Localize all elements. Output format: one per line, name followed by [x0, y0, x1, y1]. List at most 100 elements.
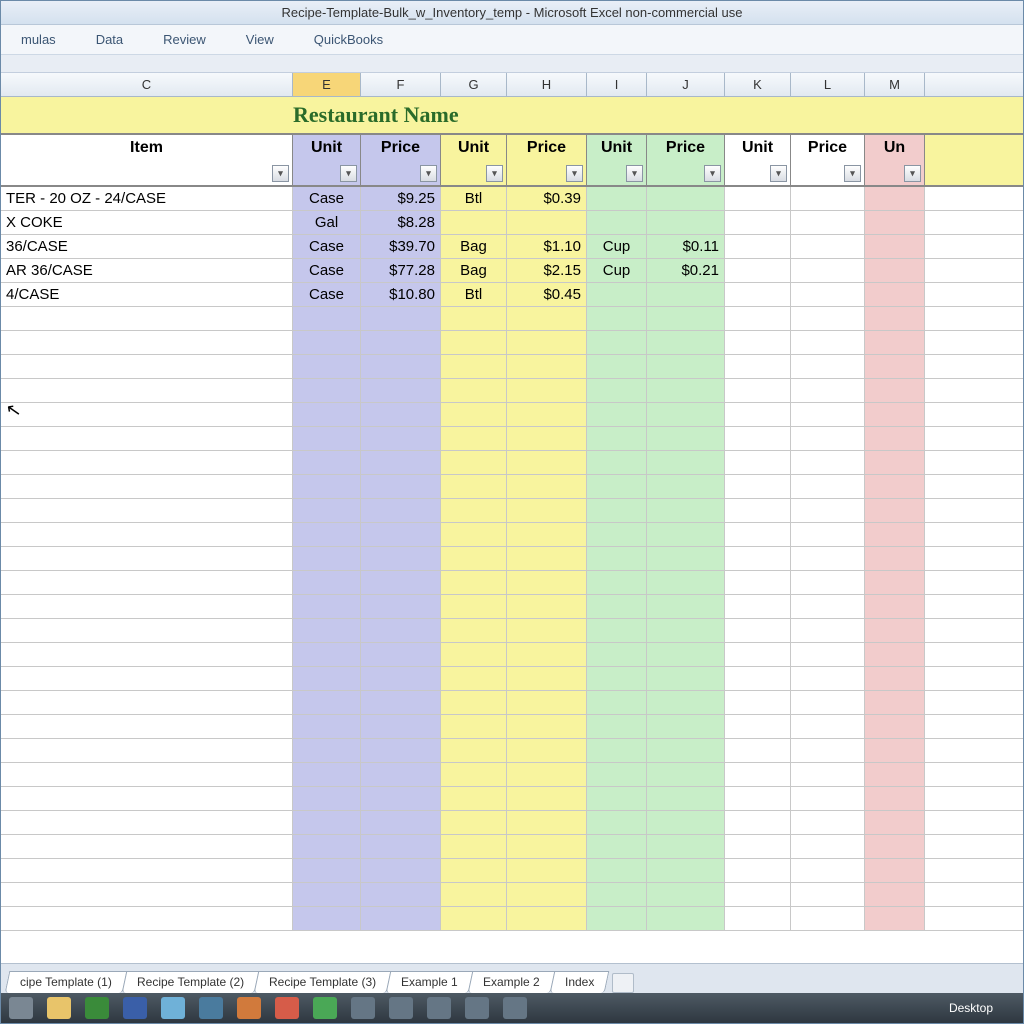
cell[interactable]: Cup — [587, 259, 647, 282]
cell[interactable] — [507, 475, 587, 498]
cell[interactable] — [865, 835, 925, 858]
cell[interactable] — [293, 835, 361, 858]
cell[interactable] — [587, 547, 647, 570]
cell[interactable] — [791, 739, 865, 762]
cell[interactable] — [1, 811, 293, 834]
cell[interactable] — [507, 571, 587, 594]
cell[interactable] — [725, 667, 791, 690]
cell[interactable] — [791, 283, 865, 306]
table-row[interactable] — [1, 547, 1023, 571]
cell[interactable] — [1, 763, 293, 786]
cell[interactable] — [725, 907, 791, 930]
cell[interactable]: Gal — [293, 211, 361, 234]
cell[interactable] — [865, 715, 925, 738]
cell[interactable] — [647, 619, 725, 642]
cell[interactable] — [791, 547, 865, 570]
cell[interactable] — [647, 787, 725, 810]
cell[interactable]: $2.15 — [507, 259, 587, 282]
cell[interactable] — [791, 427, 865, 450]
cell[interactable] — [507, 883, 587, 906]
cell[interactable]: TER - 20 OZ - 24/CASE — [1, 187, 293, 210]
cell[interactable] — [587, 691, 647, 714]
cell[interactable] — [361, 331, 441, 354]
cell[interactable] — [293, 307, 361, 330]
cell[interactable] — [293, 811, 361, 834]
cell[interactable] — [725, 235, 791, 258]
cell[interactable] — [441, 691, 507, 714]
cell[interactable] — [293, 547, 361, 570]
table-row[interactable]: 4/CASECase$10.80Btl$0.45 — [1, 283, 1023, 307]
table-row[interactable] — [1, 811, 1023, 835]
cell[interactable] — [1, 859, 293, 882]
cell[interactable] — [725, 859, 791, 882]
cell[interactable] — [865, 667, 925, 690]
cell[interactable] — [865, 283, 925, 306]
sheet-tabs[interactable]: cipe Template (1)Recipe Template (2)Reci… — [1, 963, 1023, 993]
cell[interactable] — [647, 499, 725, 522]
cell[interactable] — [865, 523, 925, 546]
cell[interactable] — [725, 283, 791, 306]
cell[interactable] — [507, 307, 587, 330]
cell[interactable] — [587, 475, 647, 498]
cell[interactable] — [441, 907, 507, 930]
cell[interactable] — [587, 643, 647, 666]
sheet-tab[interactable]: Example 2 — [468, 971, 555, 993]
cell[interactable] — [361, 691, 441, 714]
cell[interactable] — [725, 643, 791, 666]
cell[interactable] — [507, 859, 587, 882]
table-header-cell[interactable]: Price — [647, 135, 725, 185]
cell[interactable] — [647, 643, 725, 666]
cell[interactable] — [791, 667, 865, 690]
cell[interactable] — [725, 619, 791, 642]
cell[interactable] — [507, 667, 587, 690]
cell[interactable] — [507, 739, 587, 762]
cell[interactable] — [725, 379, 791, 402]
cell[interactable]: Btl — [441, 187, 507, 210]
cell[interactable] — [865, 811, 925, 834]
table-row[interactable] — [1, 475, 1023, 499]
cell[interactable] — [507, 451, 587, 474]
cell[interactable] — [791, 619, 865, 642]
cell[interactable] — [647, 355, 725, 378]
cell[interactable]: Case — [293, 235, 361, 258]
cell[interactable] — [1, 739, 293, 762]
cell[interactable] — [725, 571, 791, 594]
table-row[interactable] — [1, 355, 1023, 379]
cell[interactable] — [507, 787, 587, 810]
cell[interactable] — [361, 619, 441, 642]
table-row[interactable] — [1, 835, 1023, 859]
cell[interactable] — [647, 835, 725, 858]
cell[interactable] — [725, 523, 791, 546]
cell[interactable] — [647, 451, 725, 474]
start-icon[interactable] — [9, 997, 33, 1019]
spreadsheet-grid[interactable]: Restaurant Name ItemUnitPriceUnitPriceUn… — [1, 97, 1023, 963]
cell[interactable] — [865, 331, 925, 354]
cell[interactable] — [361, 571, 441, 594]
cell[interactable] — [441, 571, 507, 594]
cell[interactable] — [725, 883, 791, 906]
cell[interactable] — [725, 403, 791, 426]
column-header[interactable]: H — [507, 73, 587, 96]
cell[interactable] — [791, 451, 865, 474]
table-row[interactable] — [1, 787, 1023, 811]
chrome-icon[interactable] — [275, 997, 299, 1019]
cell[interactable] — [507, 331, 587, 354]
cell[interactable] — [441, 883, 507, 906]
cell[interactable] — [647, 739, 725, 762]
cell[interactable] — [647, 595, 725, 618]
cell[interactable] — [507, 811, 587, 834]
cell[interactable] — [647, 763, 725, 786]
table-row[interactable] — [1, 619, 1023, 643]
cell[interactable] — [725, 835, 791, 858]
table-header-cell[interactable]: Un — [865, 135, 925, 185]
cell[interactable] — [1, 547, 293, 570]
cell[interactable] — [441, 451, 507, 474]
cell[interactable]: $39.70 — [361, 235, 441, 258]
filter-dropdown-icon[interactable] — [770, 165, 787, 182]
cell[interactable] — [361, 595, 441, 618]
cell[interactable] — [725, 715, 791, 738]
sheet-tab[interactable]: Recipe Template (2) — [121, 971, 259, 993]
cell[interactable] — [1, 499, 293, 522]
cell[interactable] — [293, 883, 361, 906]
cell[interactable] — [507, 715, 587, 738]
